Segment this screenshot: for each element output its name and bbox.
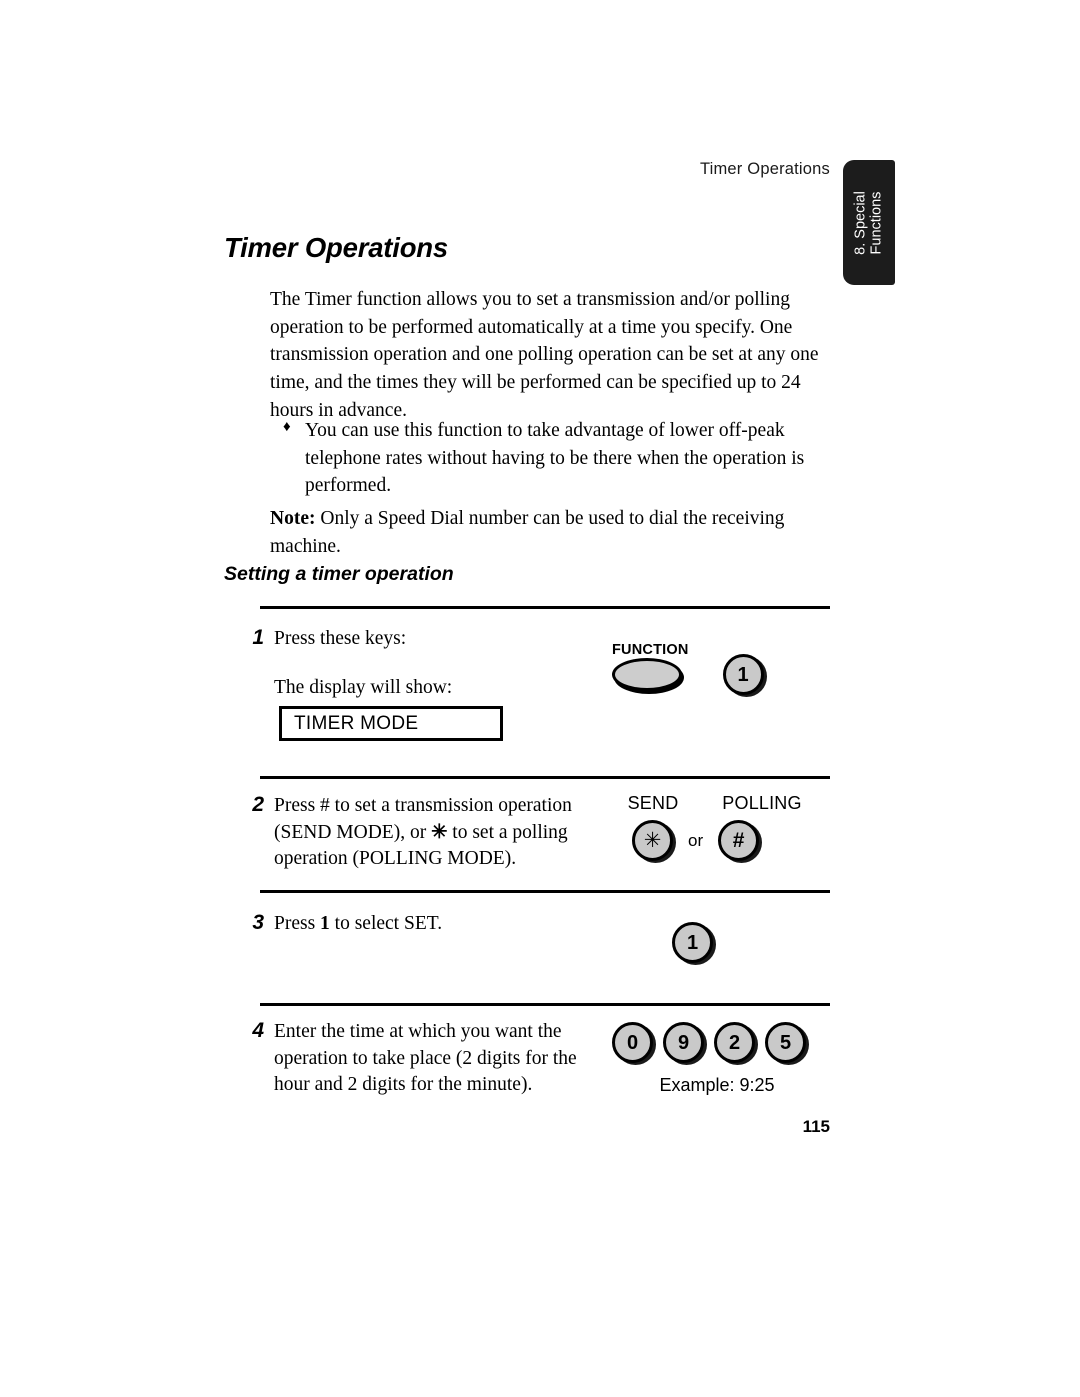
step-3-text-b: to select SET. — [329, 913, 443, 934]
step-divider-1 — [260, 606, 830, 609]
step-divider-4 — [260, 1003, 830, 1006]
asterisk-key-icon[interactable]: ✳ — [632, 820, 673, 861]
lcd-display-timer-mode: TIMER MODE — [279, 706, 503, 741]
step-2-number: 2 — [252, 793, 264, 816]
pound-key-icon[interactable]: # — [718, 820, 760, 861]
note-text: Only a Speed Dial number can be used to … — [270, 508, 785, 557]
step-4-body: Enter the time at which you want the ope… — [274, 1021, 577, 1096]
digit-key-9-icon[interactable]: 9 — [663, 1022, 704, 1063]
bullet-item: ♦ You can use this function to take adva… — [283, 417, 833, 500]
step-2-key-labels: SEND POLLING — [612, 793, 812, 814]
step-1-key-row: FUNCTION 1 — [612, 638, 764, 695]
section-sub-heading: Setting a timer operation — [224, 563, 454, 585]
step-4-number: 4 — [252, 1019, 264, 1042]
step-1-body: Press these keys: The display will show: — [274, 626, 594, 701]
step-3-body: Press 1 to select SET. — [274, 911, 594, 938]
step-2-key-art: SEND POLLING ✳ or # — [612, 793, 812, 861]
digit-key-5-icon[interactable]: 5 — [765, 1022, 806, 1063]
digit-key-1-select-set-icon[interactable]: 1 — [672, 922, 713, 963]
step-2-conjunction: or — [688, 830, 704, 850]
chapter-tab-line-1: 8. Special — [852, 190, 869, 255]
lcd-display-text: TIMER MODE — [294, 712, 419, 734]
function-key-group: FUNCTION — [612, 642, 689, 691]
chapter-thumb-tab-text: 8. Special Functions — [852, 190, 884, 255]
send-key-label: SEND — [627, 793, 679, 813]
step-4-key-row: 0 9 2 5 — [612, 1022, 822, 1063]
asterisk-symbol-inline-icon: ✳ — [431, 821, 448, 843]
digit-key-0-icon[interactable]: 0 — [612, 1022, 653, 1063]
step-2-body: Press # to set a transmission operation … — [274, 793, 594, 873]
page-title: Timer Operations — [224, 232, 448, 263]
step-3-text-a: Press — [274, 913, 321, 934]
page-number: 115 — [802, 1117, 830, 1136]
diamond-bullet-icon: ♦ — [283, 419, 291, 435]
step-divider-2 — [260, 776, 830, 779]
note-label: Note: — [270, 508, 316, 529]
step-1-line-1: Press these keys: — [274, 628, 407, 649]
intro-paragraph: The Timer function allows you to set a t… — [270, 289, 819, 421]
step-1-line-2: The display will show: — [274, 676, 453, 698]
step-3-key-art: 1 — [672, 922, 713, 963]
digit-key-2-icon[interactable]: 2 — [714, 1022, 755, 1063]
step-3-emphasis: 1 — [320, 913, 330, 934]
digit-key-1-icon[interactable]: 1 — [722, 654, 764, 695]
step-2-key-row: ✳ or # — [612, 820, 812, 861]
bullet-item-text: You can use this function to take advant… — [305, 420, 805, 497]
step-3: 3 Press 1 to select SET. — [236, 911, 836, 938]
chapter-thumb-tab: 8. Special Functions — [843, 160, 895, 285]
step-1-key-art: FUNCTION 1 — [612, 638, 764, 695]
note-block: Note: Only a Speed Dial number can be us… — [270, 505, 830, 560]
step-1-spacer — [274, 653, 594, 675]
step-divider-3 — [260, 890, 830, 893]
example-time-caption: Example: 9:25 — [659, 1075, 775, 1095]
function-key-label: FUNCTION — [612, 642, 689, 658]
chapter-tab-line-2: Functions — [868, 191, 884, 254]
function-key-icon[interactable] — [612, 658, 682, 691]
running-header: Timer Operations — [699, 160, 830, 178]
step-3-number: 3 — [252, 911, 264, 934]
polling-key-label: POLLING — [722, 793, 802, 813]
step-4-key-art: 0 9 2 5 Example: 9:25 — [612, 1022, 822, 1096]
step-1-number: 1 — [252, 626, 264, 649]
